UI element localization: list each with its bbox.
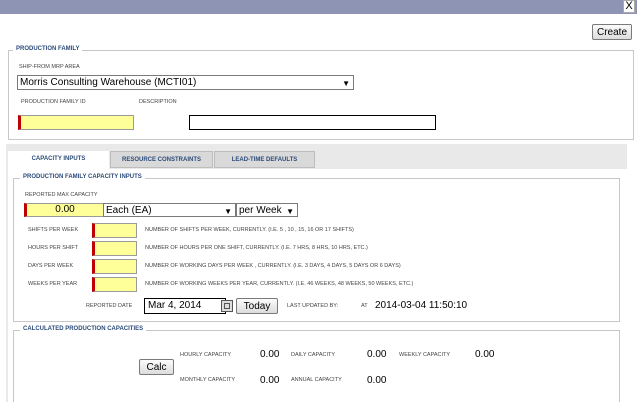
hourly-capacity-label: HOURLY CAPACITY — [180, 352, 232, 358]
last-updated-label: LAST UPDATED BY: — [287, 303, 339, 309]
tab-resource-constraints[interactable]: RESOURCE CONSTRAINTS — [110, 151, 213, 168]
reported-max-input[interactable]: 0.00 — [24, 203, 104, 217]
uom-value: Each (EA) — [106, 205, 152, 216]
create-button[interactable]: Create — [592, 24, 632, 40]
weeks-per-year-input[interactable] — [92, 277, 137, 292]
ship-from-select[interactable]: Morris Consulting Warehouse (MCTI01) ▼ — [17, 75, 354, 90]
description-label: DESCRIPTION — [139, 99, 177, 105]
hours-per-shift-help: NUMBER OF HOURS PER ONE SHIFT, CURRENTLY… — [145, 245, 368, 251]
shifts-per-week-help: NUMBER OF SHIFTS PER WEEK, CURRENTLY. (I… — [145, 227, 354, 233]
days-per-week-input[interactable] — [92, 259, 137, 274]
reported-date-input[interactable]: Mar 4, 2014 — [144, 298, 226, 314]
hourly-capacity-value: 0.00 — [260, 349, 280, 360]
production-family-legend: PRODUCTION FAMILY — [13, 46, 83, 52]
period-value: per Week — [239, 205, 282, 216]
family-id-label: PRODUCTION FAMILY ID — [21, 99, 86, 105]
ship-from-value: Morris Consulting Warehouse (MCTI01) — [20, 77, 197, 88]
last-updated-value: 2014-03-04 11:50:10 — [375, 300, 468, 311]
weeks-per-year-label: WEEKS PER YEAR — [28, 281, 78, 287]
calc-button[interactable]: Calc — [139, 359, 174, 375]
close-icon[interactable]: X — [623, 0, 635, 13]
window-titlebar — [0, 0, 637, 14]
chevron-down-icon: ▼ — [342, 79, 350, 88]
daily-capacity-value: 0.00 — [367, 349, 387, 360]
reported-date-label: REPORTED DATE — [86, 303, 133, 309]
monthly-capacity-label: MONTHLY CAPACITY — [180, 377, 236, 383]
chevron-down-icon: ▼ — [286, 207, 294, 216]
reported-max-label: REPORTED MAX CAPACITY — [25, 192, 98, 198]
annual-capacity-label: ANNUAL CAPACITY — [291, 377, 342, 383]
capacity-inputs-legend: PRODUCTION FAMILY CAPACITY INPUTS — [20, 174, 145, 180]
shifts-per-week-label: SHIFTS PER WEEK — [28, 227, 79, 233]
description-input[interactable] — [189, 115, 436, 130]
calendar-icon[interactable] — [221, 300, 233, 312]
weekly-capacity-label: WEEKLY CAPACITY — [399, 352, 451, 358]
family-id-input[interactable] — [18, 115, 134, 130]
calculated-section — [13, 330, 620, 402]
shifts-per-week-input[interactable] — [92, 223, 137, 238]
ship-from-label: SHIP-FROM MRP AREA — [19, 64, 80, 70]
calculated-legend: CALCULATED PRODUCTION CAPACITIES — [20, 326, 147, 332]
monthly-capacity-value: 0.00 — [260, 375, 280, 386]
weekly-capacity-value: 0.00 — [475, 349, 495, 360]
daily-capacity-label: DAILY CAPACITY — [291, 352, 336, 358]
period-select[interactable]: per Week ▼ — [236, 203, 298, 217]
days-per-week-help: NUMBER OF WORKING DAYS PER WEEK , CURREN… — [145, 263, 401, 269]
hours-per-shift-input[interactable] — [92, 241, 137, 256]
annual-capacity-value: 0.00 — [367, 375, 387, 386]
tab-lead-time-defaults[interactable]: LEAD-TIME DEFAULTS — [214, 151, 315, 168]
tab-capacity-inputs[interactable]: CAPACITY INPUTS — [8, 151, 109, 169]
uom-select[interactable]: Each (EA) ▼ — [103, 203, 236, 217]
at-label: AT — [361, 303, 368, 309]
hours-per-shift-label: HOURS PER SHIFT — [28, 245, 79, 251]
days-per-week-label: DAYS PER WEEK — [28, 263, 74, 269]
today-button[interactable]: Today — [236, 298, 278, 314]
weeks-per-year-help: NUMBER OF WORKING WEEKS PER YEAR, CURREN… — [145, 281, 414, 287]
chevron-down-icon: ▼ — [224, 207, 232, 216]
